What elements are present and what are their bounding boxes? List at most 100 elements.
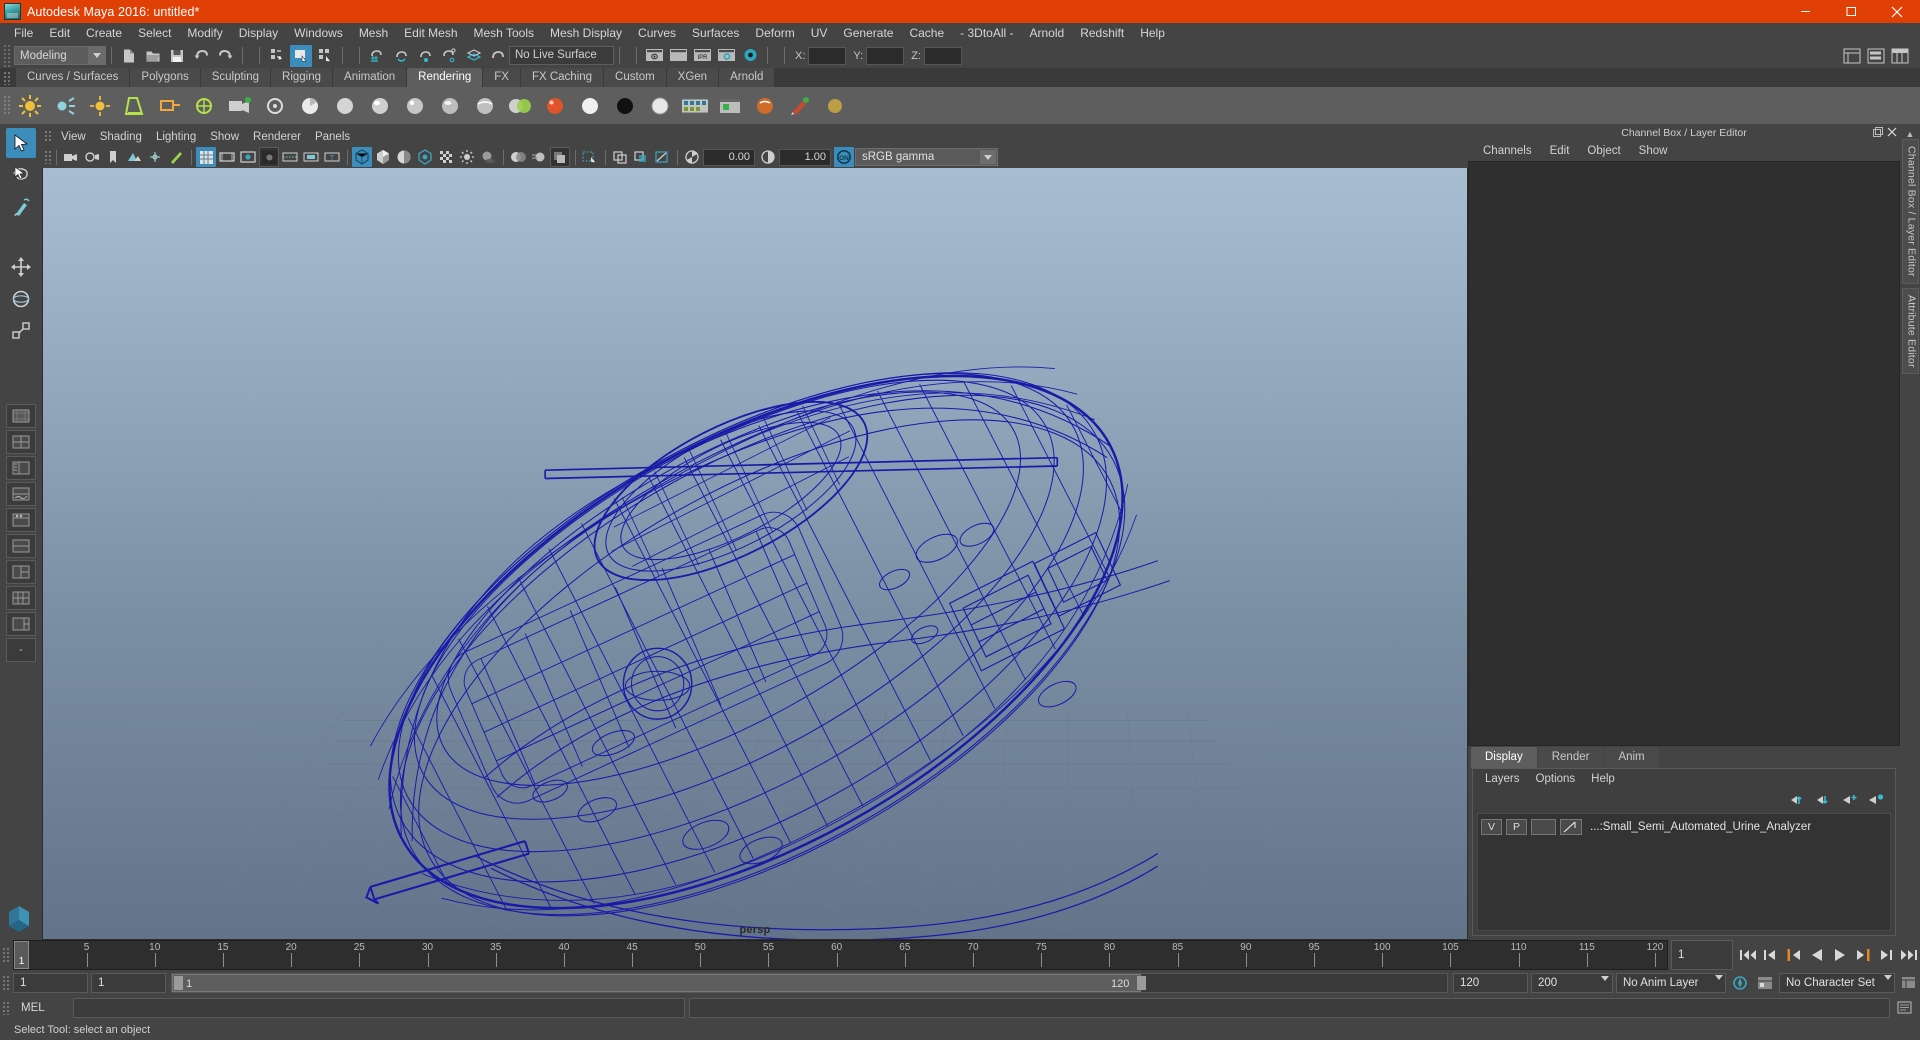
layer-list[interactable]: V P ...:Small_Semi_Automated_Urine_Analy…: [1477, 813, 1891, 931]
render-settings-icon[interactable]: [715, 45, 737, 67]
single-perspective-layout-icon[interactable]: [6, 404, 36, 428]
new-layer-icon[interactable]: [1842, 793, 1859, 808]
blinn-material-icon[interactable]: [364, 90, 396, 122]
color-management-toggle-icon[interactable]: ON: [834, 147, 854, 167]
menu-arnold[interactable]: Arnold: [1022, 23, 1073, 43]
two-d-pan-zoom-icon[interactable]: [145, 147, 165, 167]
menu-surfaces[interactable]: Surfaces: [684, 23, 747, 43]
timeline-ticks[interactable]: 1 5 10 15 20 25 30 35 40 45 50 55 60 65 70 75 80 85 90 95 1…: [13, 940, 1668, 970]
more-layouts-icon[interactable]: -: [6, 638, 36, 662]
screen-space-ao-icon[interactable]: [508, 147, 528, 167]
panel-menu-show[interactable]: Show: [203, 131, 246, 143]
character-set-selector[interactable]: No Character Set: [1779, 973, 1895, 993]
panel-menu-shading[interactable]: Shading: [93, 131, 149, 143]
field-chart-icon[interactable]: [280, 147, 300, 167]
panel-menu-view[interactable]: View: [54, 131, 93, 143]
shelf-tab-curves-surfaces[interactable]: Curves / Surfaces: [16, 68, 130, 87]
anim-layer-selector[interactable]: No Anim Layer: [1616, 973, 1726, 993]
menu-mesh[interactable]: Mesh: [351, 23, 396, 43]
three-pane-split-layout-icon[interactable]: [6, 560, 36, 584]
layer-row[interactable]: V P ...:Small_Semi_Automated_Urine_Analy…: [1481, 817, 1887, 836]
vtab-channel-box-layer-editor[interactable]: Channel Box / Layer Editor: [1901, 139, 1919, 284]
channelbox-menu-channels[interactable]: Channels: [1474, 141, 1541, 161]
hypershade-icon[interactable]: [739, 45, 761, 67]
rotate-tool[interactable]: [6, 284, 36, 314]
show-hypergraph-icon[interactable]: [1865, 45, 1887, 67]
snap-to-grid-icon[interactable]: [366, 45, 388, 67]
select-by-object-icon[interactable]: [290, 44, 312, 67]
multisample-icon[interactable]: [550, 147, 570, 167]
viewport-3d[interactable]: Y X persp: [42, 168, 1468, 940]
flat-shade-icon[interactable]: [415, 147, 435, 167]
spot-light-icon[interactable]: [119, 90, 151, 122]
menu-modify[interactable]: Modify: [179, 23, 230, 43]
snap-to-view-plane-icon[interactable]: [462, 45, 484, 67]
menu-edit[interactable]: Edit: [41, 23, 78, 43]
xray-active-components-icon[interactable]: [652, 147, 672, 167]
two-pane-stacked-layout-icon[interactable]: [6, 534, 36, 558]
menuset-selector[interactable]: Modeling: [14, 46, 106, 65]
menu-curves[interactable]: Curves: [630, 23, 684, 43]
shelf-tab-xgen[interactable]: XGen: [666, 68, 719, 87]
panel-menu-lighting[interactable]: Lighting: [149, 131, 203, 143]
time-slider-grip[interactable]: [2, 947, 10, 963]
current-time-indicator[interactable]: 1: [14, 941, 29, 969]
surface-shader-icon[interactable]: [539, 90, 571, 122]
snap-to-curve-icon[interactable]: [390, 45, 412, 67]
shelf-tab-fx[interactable]: FX: [483, 68, 520, 87]
menu-create[interactable]: Create: [78, 23, 130, 43]
lasso-tool[interactable]: [6, 160, 36, 190]
ipr-render-icon[interactable]: IPR: [691, 45, 713, 67]
command-language-label[interactable]: MEL: [13, 1002, 69, 1014]
menu-deform[interactable]: Deform: [747, 23, 802, 43]
ambient-light-icon[interactable]: [14, 90, 46, 122]
show-outliner-icon[interactable]: [1841, 45, 1863, 67]
panel-grip[interactable]: [44, 130, 52, 143]
area-light-icon[interactable]: [154, 90, 186, 122]
select-by-component-icon[interactable]: [314, 45, 336, 67]
phong-e-material-icon[interactable]: [434, 90, 466, 122]
range-bar[interactable]: 1 120: [171, 973, 1448, 993]
toon-shader-icon[interactable]: [749, 90, 781, 122]
redo-icon[interactable]: [214, 45, 236, 67]
new-layer-from-selected-icon[interactable]: [1868, 793, 1885, 808]
safe-action-icon[interactable]: [301, 147, 321, 167]
current-frame-field[interactable]: 1: [1671, 940, 1733, 970]
menu-mesh-tools[interactable]: Mesh Tools: [466, 23, 542, 43]
shadows-icon[interactable]: [478, 147, 498, 167]
create-camera-icon[interactable]: [224, 90, 256, 122]
menu-windows[interactable]: Windows: [286, 23, 351, 43]
anim-start-time-field[interactable]: 1: [13, 973, 88, 993]
shelf-bar-grip[interactable]: [3, 95, 12, 115]
character-set-options-icon[interactable]: [1898, 972, 1920, 994]
paint-select-tool[interactable]: [6, 192, 36, 222]
shelf-tab-fx-caching[interactable]: FX Caching: [520, 68, 604, 87]
layer-color-swatch-icon[interactable]: [1560, 818, 1582, 835]
gate-mask-icon[interactable]: [259, 147, 279, 167]
vtab-attribute-editor[interactable]: Attribute Editor: [1901, 287, 1919, 375]
command-input[interactable]: [73, 998, 685, 1018]
snap-to-point-icon[interactable]: [414, 45, 436, 67]
playback-end-time-field[interactable]: 120: [1453, 973, 1528, 993]
light-fog-icon[interactable]: [819, 90, 851, 122]
go-to-end-icon[interactable]: [1898, 944, 1920, 966]
playback-start-time-field[interactable]: 1: [91, 973, 166, 993]
safe-title-icon[interactable]: T: [322, 147, 342, 167]
go-to-start-icon[interactable]: [1737, 944, 1759, 966]
menu-file[interactable]: File: [6, 23, 41, 43]
shelf-tab-rendering[interactable]: Rendering: [407, 68, 483, 87]
step-back-frame-icon[interactable]: [1783, 944, 1805, 966]
play-backwards-icon[interactable]: [1806, 944, 1828, 966]
resolution-gate-icon[interactable]: [238, 147, 258, 167]
film-gate-icon[interactable]: [217, 147, 237, 167]
range-slider-grip[interactable]: [2, 975, 10, 991]
gamma-icon[interactable]: [758, 147, 778, 167]
new-scene-icon[interactable]: [118, 45, 140, 67]
select-by-hierarchy-icon[interactable]: [266, 45, 288, 67]
batch-render-icon[interactable]: [294, 90, 326, 122]
close-panel-icon[interactable]: [1886, 126, 1897, 137]
save-scene-icon[interactable]: [166, 45, 188, 67]
shader-ball-icon[interactable]: [644, 90, 676, 122]
shelf-tab-custom[interactable]: Custom: [604, 68, 666, 87]
wireframe-shading-icon[interactable]: [352, 147, 372, 167]
